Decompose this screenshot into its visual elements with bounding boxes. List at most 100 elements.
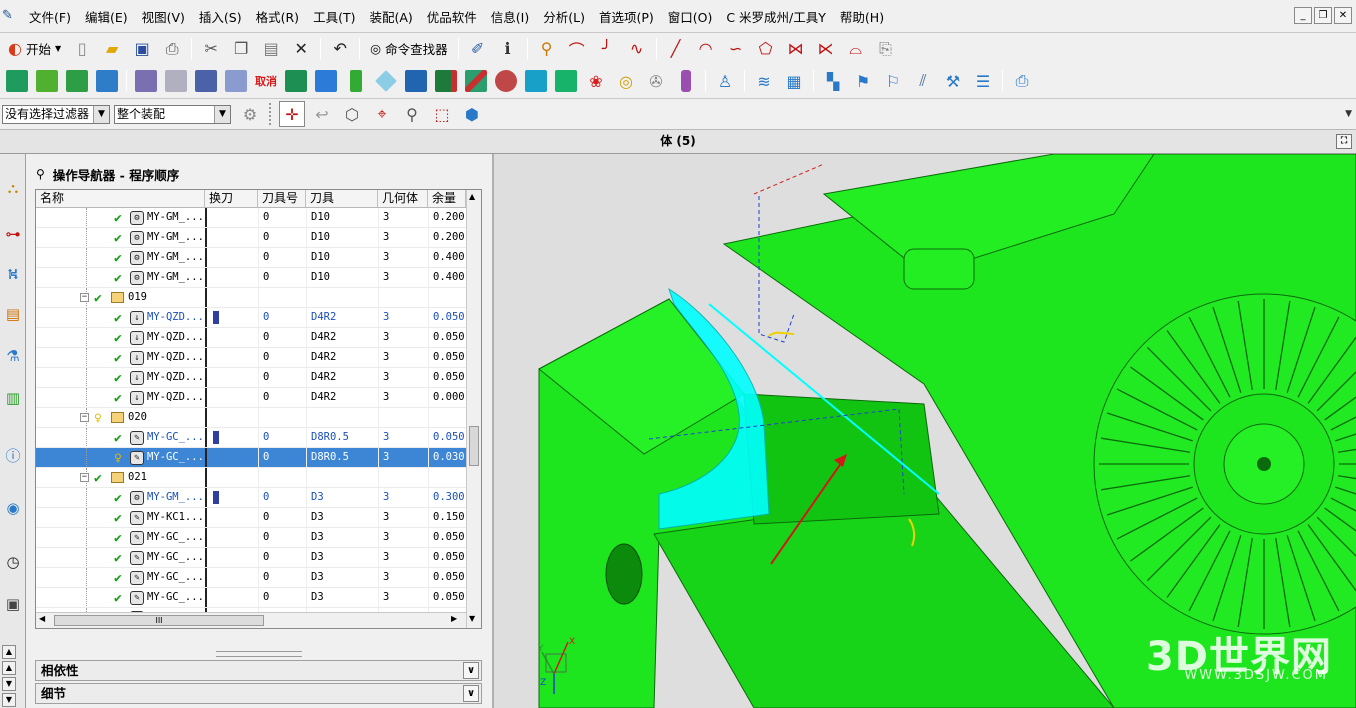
menu-insert[interactable]: 插入(S)	[192, 7, 249, 26]
program-group-row[interactable]: − ✔ 019	[36, 288, 466, 308]
program-group-row[interactable]: − ♀ 020	[36, 408, 466, 428]
operation-row[interactable]: ✔ ↓ MY-QZD... 0 D4R2 3 0.050	[36, 308, 466, 328]
chevron-down-icon[interactable]: ∨	[463, 662, 479, 679]
info-icon[interactable]: ℹ	[495, 36, 521, 62]
wrench-icon[interactable]: ✇	[643, 68, 669, 94]
copy-icon[interactable]: ❐	[228, 36, 254, 62]
line-icon[interactable]: ╱	[663, 36, 689, 62]
hatch-icon[interactable]: ⫽	[910, 68, 936, 94]
cube-icon[interactable]	[523, 68, 549, 94]
flag2-icon[interactable]: ⚐	[880, 68, 906, 94]
flag-icon[interactable]: ⚑	[850, 68, 876, 94]
hole-icon[interactable]: ▚	[820, 68, 846, 94]
target-icon[interactable]: ◎	[613, 68, 639, 94]
clock-icon[interactable]: ◷	[2, 550, 24, 574]
menu-format[interactable]: 格式(R)	[249, 7, 306, 26]
scroll-mid-icon[interactable]: ▲	[2, 661, 16, 675]
fit-view-icon[interactable]: ⛶	[1336, 134, 1352, 149]
operation-row[interactable]: ✔ ⚙ MY-GM_... 0 D10 3 0.400	[36, 248, 466, 268]
save-icon[interactable]: ▣	[129, 36, 155, 62]
details-section[interactable]: 细节 ∨	[35, 683, 482, 704]
cancel-icon[interactable]: 取消	[253, 68, 279, 94]
menu-assembly[interactable]: 装配(A)	[362, 7, 419, 26]
printer-icon[interactable]: ⎙	[1009, 68, 1035, 94]
print-icon[interactable]: ⎙	[159, 36, 185, 62]
reuse-library-icon[interactable]: ⚗	[2, 344, 24, 368]
close-icon[interactable]: ✕	[1334, 7, 1352, 24]
manufacturing-icon[interactable]	[163, 68, 189, 94]
command-finder-button[interactable]: ◎ 命令查找器	[366, 36, 451, 62]
menu-edit[interactable]: 编辑(E)	[78, 7, 135, 26]
chevron-down-icon[interactable]: ∨	[463, 685, 479, 702]
collapse-icon[interactable]: −	[80, 413, 89, 422]
rectangle-select-icon[interactable]: ⬚	[429, 101, 455, 127]
assembly-navigator-icon[interactable]: ⛬	[2, 176, 24, 200]
palette-icon[interactable]: ◉	[2, 496, 24, 520]
diamond-icon[interactable]	[373, 68, 399, 94]
menu-information[interactable]: 信息(I)	[484, 7, 536, 26]
drafting-icon[interactable]	[133, 68, 159, 94]
mascot-icon[interactable]: ❀	[583, 68, 609, 94]
operation-row[interactable]: ♀ ✎ MY-GC_... 0 D8R0.5 3 0.030	[36, 448, 466, 468]
arc-circle-icon[interactable]: ◠	[693, 36, 719, 62]
scroll-down-icon[interactable]: ▼	[469, 614, 475, 623]
restore-icon[interactable]: ❐	[1314, 7, 1332, 24]
cut-icon[interactable]: ✂	[198, 36, 224, 62]
ribs-icon[interactable]: ⚒	[940, 68, 966, 94]
sheet-icon[interactable]	[94, 68, 120, 94]
delete-icon[interactable]: ✕	[288, 36, 314, 62]
column-header-tool-change[interactable]: 换刀	[205, 190, 258, 207]
operation-row[interactable]: ✔ ⚙ MY-GM_... 0 D10 3 0.200	[36, 208, 466, 228]
operation-row[interactable]: ✔ ✎MY-GC_... 0D330.050	[36, 548, 466, 568]
program-group-row[interactable]: − ✔ 021	[36, 468, 466, 488]
spline-icon[interactable]: ∿	[624, 36, 650, 62]
open-folder-icon[interactable]: ▰	[99, 36, 125, 62]
nx-app-icon[interactable]: ✎	[2, 8, 18, 24]
menu-view[interactable]: 视图(V)	[135, 7, 192, 26]
operation-row[interactable]: ✔ ✎MY-GC_... 0D330.050	[36, 528, 466, 548]
operation-row[interactable]: ✔ ↓ MY-QZD... 0 D4R2 3 0.050	[36, 328, 466, 348]
roles-icon[interactable]: ▣	[2, 592, 24, 616]
web-browser-icon[interactable]: ⓘ	[2, 444, 24, 468]
column-header-geometry[interactable]: 几何体	[378, 190, 428, 207]
part-icon[interactable]	[64, 68, 90, 94]
new-file-icon[interactable]: ▯	[69, 36, 95, 62]
layers-icon[interactable]: ☰	[970, 68, 996, 94]
arc-icon[interactable]: ╯	[594, 36, 620, 62]
stripe-icon[interactable]	[463, 68, 489, 94]
box-icon[interactable]	[553, 68, 579, 94]
menu-file[interactable]: 文件(F)	[22, 7, 78, 26]
drawing-icon[interactable]: ▦	[781, 68, 807, 94]
menu-custom-tools[interactable]: C 米罗成州/工具Y	[719, 7, 833, 26]
menu-window[interactable]: 窗口(O)	[661, 7, 720, 26]
start-button[interactable]: ◐ 开始 ▼	[4, 36, 65, 62]
measure-icon[interactable]: ⚲	[534, 36, 560, 62]
solid-red-icon[interactable]	[433, 68, 459, 94]
dependencies-section[interactable]: 相依性 ∨	[35, 660, 482, 681]
cylinder-icon[interactable]	[343, 68, 369, 94]
part-navigator-icon[interactable]: ⛕	[2, 262, 24, 286]
horizontal-scrollbar[interactable]: ◀ III ▶	[36, 612, 466, 628]
operation-row[interactable]: ✔ ⚙ MY-GM_... 0 D10 3 0.400	[36, 268, 466, 288]
feature-select-icon[interactable]: ⚲	[399, 101, 425, 127]
menu-tools[interactable]: 工具(T)	[306, 7, 362, 26]
collapse-icon[interactable]: −	[80, 293, 89, 302]
solid-blue-icon[interactable]	[403, 68, 429, 94]
horizontal-scroll-thumb[interactable]: III	[54, 615, 264, 626]
operation-navigator-icon[interactable]: ▤	[2, 302, 24, 326]
feature-icon[interactable]	[34, 68, 60, 94]
snap-point-icon[interactable]: ✛	[279, 101, 305, 127]
operation-row[interactable]: ✔ ⚙ MY-GM_... 0 D3 3 0.300	[36, 488, 466, 508]
menu-analysis[interactable]: 分析(L)	[536, 7, 592, 26]
edit-object-icon[interactable]: ✐	[465, 36, 491, 62]
scroll-up-icon[interactable]: ▲	[469, 192, 475, 201]
operation-row[interactable]: ✔ ✎MY-GC_... 0D330.050	[36, 588, 466, 608]
ruler-icon[interactable]	[193, 68, 219, 94]
wave-icon[interactable]: ≋	[751, 68, 777, 94]
column-header-name[interactable]: 名称	[36, 190, 205, 207]
operation-row[interactable]: ✔ ↓ MY-QZD... 0 D4R2 3 0.000	[36, 388, 466, 408]
menu-help[interactable]: 帮助(H)	[833, 7, 891, 26]
history-icon[interactable]: ▥	[2, 386, 24, 410]
table-icon[interactable]	[223, 68, 249, 94]
operation-row[interactable]: ✔ ↓ MY-QZD... 0 D4R2 3 0.050	[36, 368, 466, 388]
